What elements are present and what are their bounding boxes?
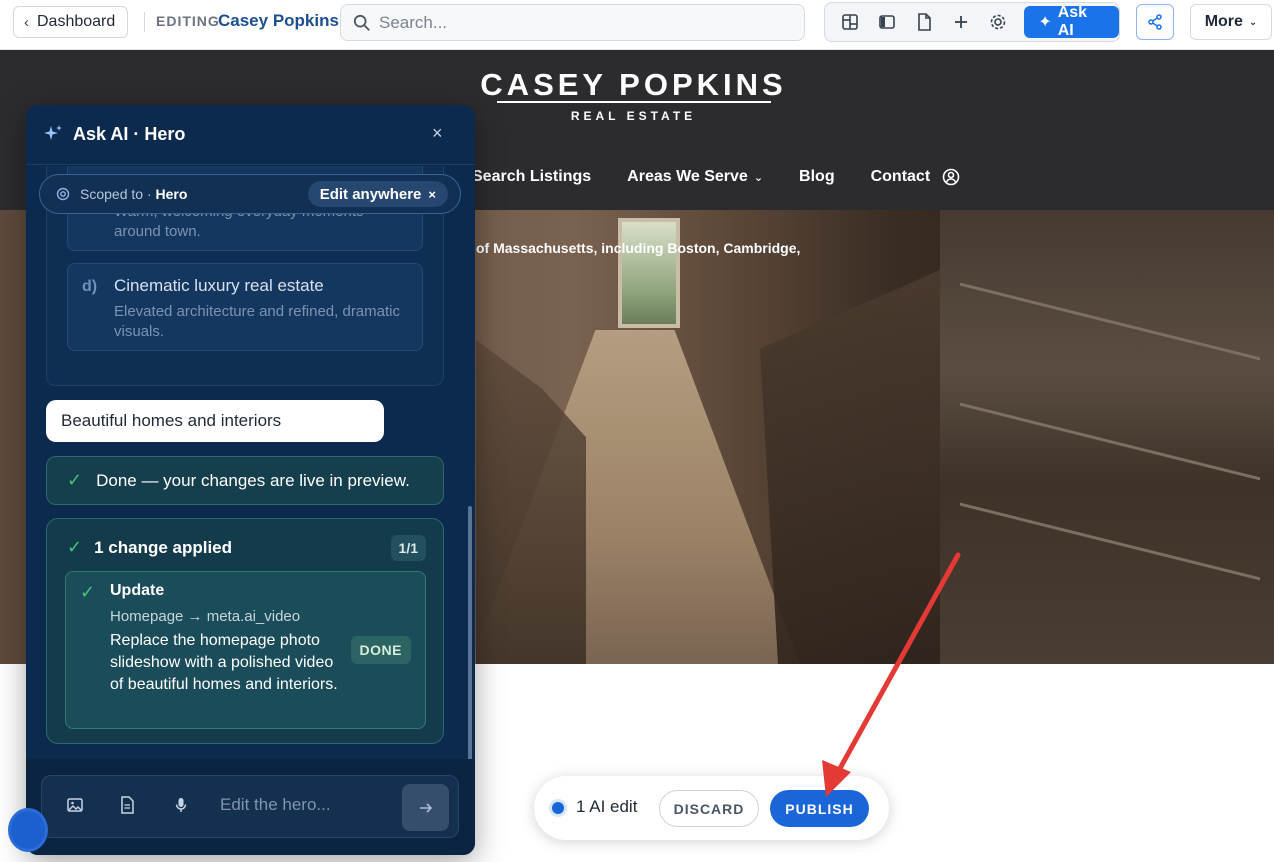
gear-icon[interactable]: [981, 7, 1014, 37]
search-input[interactable]: [379, 12, 779, 33]
site-logo-title[interactable]: CASEY POPKINS: [0, 67, 1267, 103]
changes-header: ✓ 1 change applied: [67, 537, 232, 558]
document-icon[interactable]: [119, 796, 135, 814]
chat-thread[interactable]: Warm, welcoming everyday moments around …: [26, 166, 475, 759]
search-box[interactable]: [340, 4, 805, 41]
nav-label: Areas We Serve: [627, 168, 748, 185]
sparkle-icon: [44, 125, 62, 140]
option-title: Cinematic luxury real estate: [114, 276, 324, 295]
panel-title: Ask AI · Hero: [73, 124, 186, 144]
user-message: Beautiful homes and interiors: [46, 400, 384, 442]
publish-bar: 1 AI edit DISCARD PUBLISH: [534, 776, 889, 840]
layers-icon[interactable]: [833, 7, 866, 37]
option-description: Elevated architecture and refined, drama…: [114, 303, 400, 340]
scope-prefix: Scoped to ·: [80, 186, 156, 202]
back-label: Dashboard: [37, 13, 116, 30]
share-icon: [1148, 14, 1162, 30]
status-dot-icon: [552, 802, 564, 814]
image-icon[interactable]: [66, 796, 84, 814]
done-message: ✓ Done — your changes are live in previe…: [46, 456, 444, 505]
more-menu-button[interactable]: More ⌄: [1190, 4, 1272, 40]
composer: [41, 775, 459, 838]
nav-search-listings[interactable]: Search Listings: [472, 168, 591, 186]
ai-edit-count: 1 AI edit: [576, 797, 638, 816]
composer-input[interactable]: [220, 795, 400, 815]
done-text: Done — your changes are live in preview.: [96, 470, 410, 490]
chip-label: Edit anywhere: [319, 185, 422, 203]
hero-image-cabinets-left: [476, 340, 586, 664]
composer-area: [26, 759, 475, 855]
page-icon[interactable]: [907, 7, 940, 37]
check-icon: ✓: [80, 582, 96, 602]
check-icon: ✓: [67, 470, 83, 490]
changes-title: 1 change applied: [94, 537, 233, 557]
editor-tool-group: ✦ Ask AI: [824, 2, 1120, 42]
scope-target: Hero: [155, 186, 188, 202]
ask-ai-button[interactable]: ✦ Ask AI: [1024, 4, 1120, 39]
discard-button[interactable]: DISCARD: [659, 790, 759, 827]
help-fab-button[interactable]: [8, 808, 48, 852]
site-nav: Search Listings Areas We Serve ⌄ Blog Co…: [472, 168, 960, 186]
nav-contact[interactable]: Contact: [871, 168, 931, 186]
ask-ai-panel: Ask AI · Hero × Warm, welcoming everyday…: [26, 105, 475, 855]
check-icon: ✓: [67, 537, 83, 557]
arrow-right-icon: [419, 802, 432, 813]
style-option-d[interactable]: d) Cinematic luxury real estate Elevated…: [67, 263, 423, 351]
hero-image-cabinets-right: [760, 270, 940, 664]
publish-button[interactable]: PUBLISH: [770, 790, 869, 827]
panel-header: Ask AI · Hero ×: [26, 105, 475, 165]
hero-image-window: [618, 218, 680, 328]
update-path: Homepage → meta.ai_video: [110, 608, 301, 625]
scope-pill: Scoped to · Hero Edit anywhere ×: [39, 174, 461, 214]
back-to-dashboard-button[interactable]: ‹ Dashboard: [13, 6, 129, 38]
update-title: Update: [110, 582, 165, 599]
share-button[interactable]: [1136, 4, 1174, 40]
nav-blog[interactable]: Blog: [799, 168, 835, 186]
search-icon: [353, 14, 370, 31]
send-button[interactable]: [402, 784, 449, 831]
plus-icon[interactable]: [944, 7, 977, 37]
scrollbar[interactable]: [468, 506, 472, 759]
more-label: More: [1204, 13, 1243, 30]
logo-divider: [497, 101, 771, 103]
status-badge: DONE: [350, 636, 411, 664]
chevron-down-icon: ⌄: [1248, 16, 1258, 28]
change-count-badge: 1/1: [390, 535, 426, 561]
hero-text: of Massachusetts, including Boston, Camb…: [476, 240, 801, 256]
divider: [144, 12, 145, 32]
editor-toolbar: ‹ Dashboard EDITING Casey Popkins ✦ Ask …: [0, 0, 1274, 50]
close-icon[interactable]: ×: [432, 123, 443, 144]
editing-site-name: Casey Popkins: [218, 11, 339, 30]
scope-label: Scoped to · Hero: [80, 186, 187, 202]
target-icon: [56, 187, 70, 201]
nav-areas-we-serve[interactable]: Areas We Serve ⌄: [627, 168, 763, 186]
sparkle-icon: ✦: [1038, 14, 1052, 31]
ask-ai-label: Ask AI: [1057, 4, 1088, 39]
edit-anywhere-chip[interactable]: Edit anywhere ×: [307, 181, 448, 207]
chevron-left-icon: ‹: [24, 13, 29, 31]
update-description: Replace the homepage photo slideshow wit…: [110, 632, 338, 693]
hero-image-oven: [940, 210, 1274, 664]
user-account-icon[interactable]: [942, 168, 960, 186]
microphone-icon[interactable]: [173, 796, 189, 814]
close-icon[interactable]: ×: [428, 187, 436, 202]
editing-label: EDITING: [156, 13, 220, 29]
chevron-down-icon: ⌄: [753, 171, 764, 184]
sidebar-panel-icon[interactable]: [870, 7, 903, 37]
update-item: ✓ Update Homepage → meta.ai_video Replac…: [65, 571, 426, 729]
option-letter: d): [82, 278, 98, 295]
changes-applied-card: ✓ 1 change applied 1/1 ✓ Update Homepage…: [46, 518, 444, 744]
